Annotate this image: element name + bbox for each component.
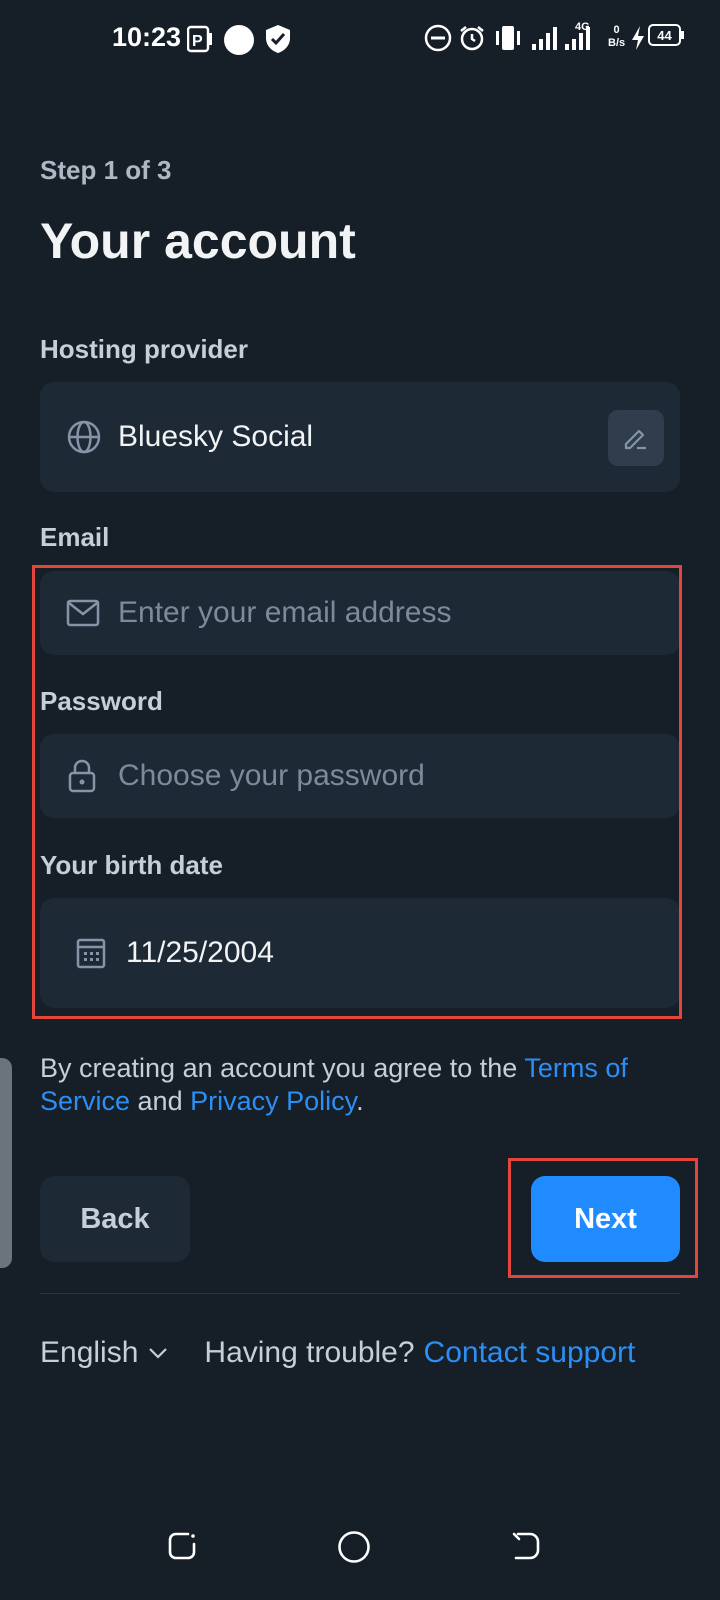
signal-4g-icon (563, 24, 591, 52)
back-button[interactable]: Back (40, 1176, 190, 1262)
signup-screen: 10:23 P 4G 0 B/s 44 Step 1 of 3 Your acc… (0, 0, 720, 1600)
status-time: 10:23 (112, 22, 182, 52)
step-indicator: Step 1 of 3 (40, 155, 172, 185)
charging-icon (630, 24, 646, 52)
hosting-provider-value: Bluesky Social (118, 420, 314, 453)
chevron-down-icon (148, 1346, 168, 1360)
edge-panel-handle[interactable] (0, 1058, 12, 1268)
pencil-icon (621, 423, 651, 453)
contact-support-link[interactable]: Contact support (424, 1336, 636, 1370)
shield-icon (264, 24, 292, 54)
fields-highlight (32, 565, 682, 1019)
recents-icon[interactable] (166, 1530, 198, 1562)
notification-dot-icon (223, 24, 255, 56)
privacy-link[interactable]: Privacy Policy (190, 1086, 356, 1116)
legal-notice: By creating an account you agree to the … (40, 1053, 628, 1116)
signal-icon (530, 24, 558, 52)
next-highlight (508, 1158, 698, 1278)
email-label: Email (40, 522, 110, 552)
language-select[interactable]: English (40, 1336, 168, 1370)
home-icon[interactable] (337, 1530, 371, 1564)
page-title: Your account (40, 213, 356, 269)
trouble-text: Having trouble? (204, 1336, 415, 1369)
back-nav-icon[interactable] (510, 1530, 542, 1562)
system-nav-bar (0, 1500, 720, 1600)
parking-icon: P (187, 24, 213, 54)
svg-text:P: P (192, 33, 203, 50)
globe-icon (66, 419, 102, 455)
hosting-provider-field: Bluesky Social (40, 382, 680, 492)
alarm-icon (458, 24, 486, 52)
dnd-icon (424, 24, 452, 52)
language-value: English (40, 1336, 139, 1369)
status-bar: 10:23 P 4G 0 B/s 44 (0, 0, 720, 80)
edit-hosting-button[interactable] (608, 410, 664, 466)
network-speed: 0 B/s (608, 24, 626, 49)
vibrate-icon (493, 24, 523, 52)
battery-icon: 44 (648, 24, 684, 46)
footer: English Having trouble? Contact support (40, 1336, 635, 1370)
hosting-provider-label: Hosting provider (40, 334, 249, 364)
svg-text:44: 44 (657, 28, 672, 43)
divider (40, 1293, 680, 1294)
